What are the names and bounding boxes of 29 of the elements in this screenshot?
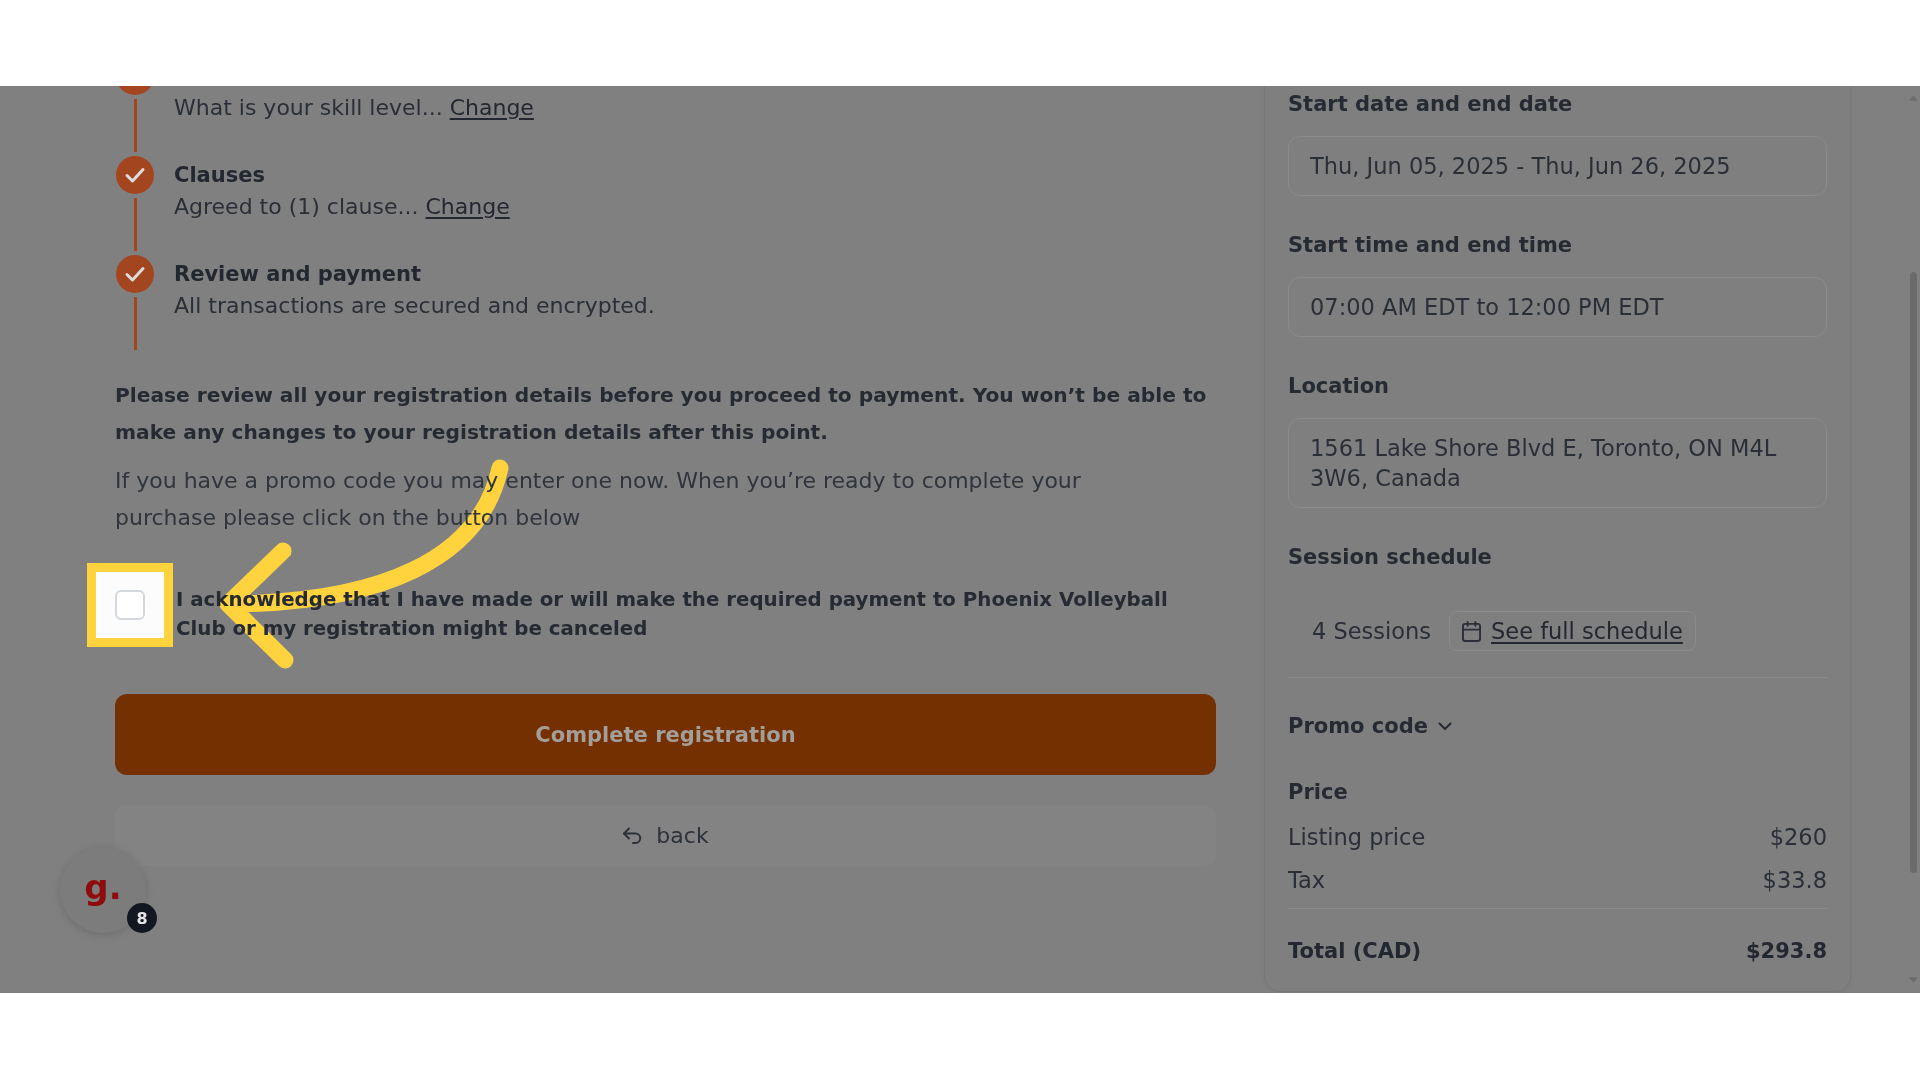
field-label: Location xyxy=(1288,373,1391,400)
step-title: Clauses xyxy=(174,162,266,189)
change-link[interactable]: Change xyxy=(449,95,534,120)
total-amount: $293.8 xyxy=(1745,939,1827,963)
notification-badge: 8 xyxy=(127,903,157,933)
checkbox[interactable] xyxy=(115,590,145,620)
calendar-icon xyxy=(1462,620,1482,642)
see-full-schedule-link[interactable]: See full schedule xyxy=(1449,611,1696,651)
field-label: Start time and end time xyxy=(1288,232,1574,259)
price-label: Listing price xyxy=(1288,823,1426,850)
change-link[interactable]: Change xyxy=(425,194,510,219)
price-amount: $260 xyxy=(1769,823,1827,850)
step-description: What is your skill level... xyxy=(174,95,443,120)
read-only-field: 07:00 AM EDT to 12:00 PM EDT xyxy=(1288,277,1827,337)
read-only-field: 1561 Lake Shore Blvd E, Toronto, ON M4L 3W6, Canada xyxy=(1288,418,1827,508)
step-description: Agreed to (1) clause... xyxy=(174,194,419,219)
field-label: Session schedule xyxy=(1288,544,1493,571)
price-amount: $33.8 xyxy=(1762,866,1827,893)
review-notice: Please review all your registration details before you proceed to payment. You won’t be able to make any changes to your registration details after this point. xyxy=(115,382,1208,446)
total-label: Total (CAD) xyxy=(1288,939,1421,963)
session-count: 4 Sessions xyxy=(1312,618,1432,644)
read-only-field: Thu, Jun 05, 2025 - Thu, Jun 26, 2025 xyxy=(1288,136,1827,196)
step-description: All transactions are secured and encrypted. xyxy=(174,293,655,318)
step-title: Review and payment xyxy=(174,261,423,288)
complete-registration-button[interactable]: Complete registration xyxy=(115,694,1216,775)
field-label: Start date and end date xyxy=(1288,91,1574,118)
promo-code-toggle[interactable]: Promo code xyxy=(1288,711,1452,741)
price-label: Tax xyxy=(1288,866,1326,893)
price-heading: Price xyxy=(1288,779,1349,806)
